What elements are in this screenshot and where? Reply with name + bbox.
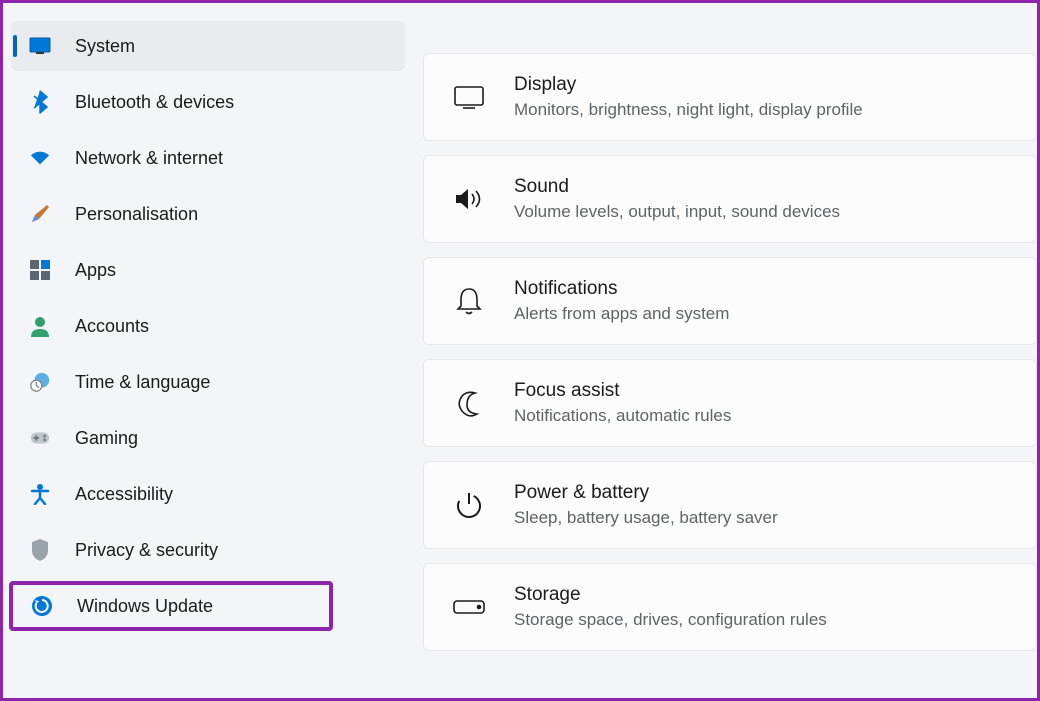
card-title: Focus assist: [514, 380, 1008, 402]
moon-icon: [452, 386, 486, 420]
apps-icon: [29, 259, 51, 281]
card-title: Display: [514, 74, 1008, 96]
display-icon: [452, 80, 486, 114]
sound-icon: [452, 182, 486, 216]
card-notifications[interactable]: Notifications Alerts from apps and syste…: [423, 257, 1037, 345]
sidebar-item-label: Gaming: [75, 428, 138, 449]
sidebar-item-accounts[interactable]: Accounts: [11, 301, 405, 351]
sidebar-item-accessibility[interactable]: Accessibility: [11, 469, 405, 519]
card-title: Sound: [514, 176, 1008, 198]
sidebar-item-label: Accounts: [75, 316, 149, 337]
power-icon: [452, 488, 486, 522]
sidebar-item-label: Windows Update: [77, 596, 213, 617]
system-icon: [29, 35, 51, 57]
sidebar-item-windows-update[interactable]: Windows Update: [9, 581, 333, 631]
accessibility-icon: [29, 483, 51, 505]
card-power-battery[interactable]: Power & battery Sleep, battery usage, ba…: [423, 461, 1037, 549]
card-desc: Sleep, battery usage, battery saver: [514, 508, 1008, 528]
sidebar-item-label: Apps: [75, 260, 116, 281]
card-sound[interactable]: Sound Volume levels, output, input, soun…: [423, 155, 1037, 243]
card-focus-assist[interactable]: Focus assist Notifications, automatic ru…: [423, 359, 1037, 447]
wifi-icon: [29, 147, 51, 169]
gamepad-icon: [29, 427, 51, 449]
card-desc: Alerts from apps and system: [514, 304, 1008, 324]
sidebar-item-label: Privacy & security: [75, 540, 218, 561]
update-icon: [31, 595, 53, 617]
card-text: Power & battery Sleep, battery usage, ba…: [514, 482, 1008, 528]
card-storage[interactable]: Storage Storage space, drives, configura…: [423, 563, 1037, 651]
shield-icon: [29, 539, 51, 561]
card-title: Notifications: [514, 278, 1008, 300]
sidebar-item-label: Network & internet: [75, 148, 223, 169]
sidebar-item-system[interactable]: System: [11, 21, 405, 71]
sidebar-item-apps[interactable]: Apps: [11, 245, 405, 295]
card-desc: Storage space, drives, configuration rul…: [514, 610, 1008, 630]
card-text: Sound Volume levels, output, input, soun…: [514, 176, 1008, 222]
card-display[interactable]: Display Monitors, brightness, night ligh…: [423, 53, 1037, 141]
card-desc: Monitors, brightness, night light, displ…: [514, 100, 1008, 120]
sidebar-item-personalisation[interactable]: Personalisation: [11, 189, 405, 239]
card-desc: Notifications, automatic rules: [514, 406, 1008, 426]
storage-icon: [452, 590, 486, 624]
card-title: Power & battery: [514, 482, 1008, 504]
settings-main: Display Monitors, brightness, night ligh…: [413, 3, 1037, 698]
card-desc: Volume levels, output, input, sound devi…: [514, 202, 1008, 222]
bell-icon: [452, 284, 486, 318]
sidebar-item-label: Personalisation: [75, 204, 198, 225]
card-text: Display Monitors, brightness, night ligh…: [514, 74, 1008, 120]
sidebar-item-label: Bluetooth & devices: [75, 92, 234, 113]
card-text: Storage Storage space, drives, configura…: [514, 584, 1008, 630]
card-title: Storage: [514, 584, 1008, 606]
settings-sidebar: System Bluetooth & devices Network & int…: [3, 3, 413, 698]
sidebar-item-time-language[interactable]: Time & language: [11, 357, 405, 407]
paintbrush-icon: [29, 203, 51, 225]
sidebar-item-bluetooth[interactable]: Bluetooth & devices: [11, 77, 405, 127]
card-text: Notifications Alerts from apps and syste…: [514, 278, 1008, 324]
sidebar-item-gaming[interactable]: Gaming: [11, 413, 405, 463]
accounts-icon: [29, 315, 51, 337]
sidebar-item-label: Accessibility: [75, 484, 173, 505]
card-text: Focus assist Notifications, automatic ru…: [514, 380, 1008, 426]
sidebar-item-label: System: [75, 36, 135, 57]
sidebar-item-privacy[interactable]: Privacy & security: [11, 525, 405, 575]
bluetooth-icon: [29, 91, 51, 113]
sidebar-item-label: Time & language: [75, 372, 210, 393]
sidebar-item-network[interactable]: Network & internet: [11, 133, 405, 183]
globe-clock-icon: [29, 371, 51, 393]
